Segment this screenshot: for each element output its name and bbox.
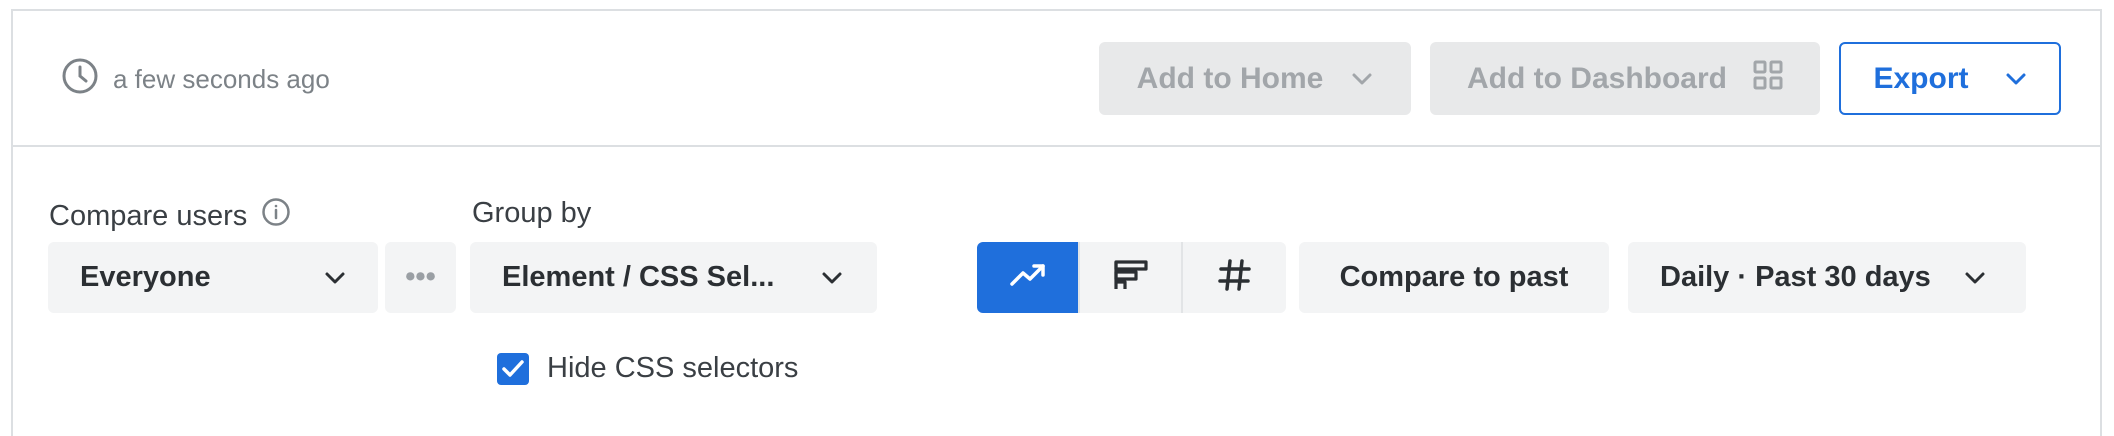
add-to-dashboard-button[interactable]: Add to Dashboard — [1430, 42, 1820, 115]
chevron-down-icon — [324, 271, 346, 285]
line-chart-icon — [1008, 257, 1048, 298]
compare-users-text: Compare users — [49, 199, 248, 232]
hide-css-checkbox[interactable] — [497, 352, 529, 385]
viz-line-button[interactable] — [977, 242, 1080, 313]
date-range-value: Daily · Past 30 days — [1660, 261, 1931, 293]
chevron-down-icon — [1964, 271, 1986, 285]
add-to-home-label: Add to Home — [1136, 61, 1324, 95]
last-updated-text: a few seconds ago — [113, 63, 330, 94]
compare-users-select[interactable]: Everyone — [48, 242, 378, 313]
more-icon: ••• — [405, 261, 436, 293]
visualization-toggle — [977, 242, 1286, 313]
report-toolbar: a few seconds ago Add to Home Add to Das… — [13, 11, 2100, 147]
clock-icon — [61, 57, 99, 102]
compare-to-past-label: Compare to past — [1339, 261, 1569, 293]
viz-bar-button[interactable] — [1080, 242, 1183, 313]
number-icon — [1215, 257, 1255, 298]
group-by-value: Element / CSS Sel... — [502, 261, 775, 293]
group-by-label: Group by — [472, 197, 592, 229]
compare-users-value: Everyone — [80, 261, 211, 293]
add-to-dashboard-label: Add to Dashboard — [1467, 61, 1727, 95]
group-by-select[interactable]: Element / CSS Sel... — [470, 242, 877, 313]
export-label: Export — [1873, 61, 1969, 95]
more-options-button[interactable]: ••• — [385, 242, 456, 313]
chevron-down-icon — [2005, 72, 2027, 86]
compare-users-label: Compare users — [49, 197, 291, 235]
hide-css-selectors-option: Hide CSS selectors — [497, 352, 798, 385]
info-icon[interactable] — [261, 197, 291, 235]
bar-chart-icon — [1111, 257, 1151, 298]
viz-number-button[interactable] — [1183, 242, 1286, 313]
dashboard-grid-icon — [1753, 60, 1783, 98]
chevron-down-icon — [1351, 72, 1373, 86]
last-updated: a few seconds ago — [61, 57, 330, 102]
date-range-select[interactable]: Daily · Past 30 days — [1628, 242, 2026, 313]
hide-css-label: Hide CSS selectors — [547, 352, 799, 384]
report-panel: a few seconds ago Add to Home Add to Das… — [11, 9, 2102, 436]
export-button[interactable]: Export — [1839, 42, 2061, 115]
add-to-home-button[interactable]: Add to Home — [1099, 42, 1411, 115]
compare-to-past-button[interactable]: Compare to past — [1299, 242, 1609, 313]
chevron-down-icon — [821, 271, 843, 285]
